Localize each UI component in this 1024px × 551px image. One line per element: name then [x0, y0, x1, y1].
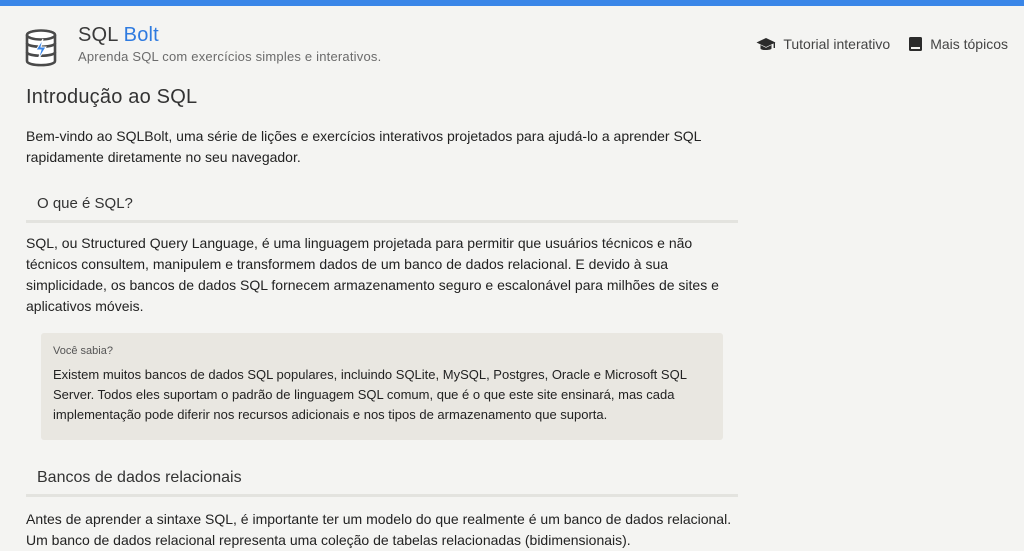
- callout-title: Você sabia?: [53, 345, 113, 357]
- section-heading-what-is-sql: O que é SQL?: [26, 190, 738, 223]
- header-nav: Tutorial interativo Mais tópicos: [756, 36, 1008, 52]
- database-bolt-icon[interactable]: [24, 28, 58, 68]
- site-tagline: Aprenda SQL com exercícios simples e int…: [78, 49, 382, 64]
- nav-more-topics[interactable]: Mais tópicos: [908, 36, 1008, 52]
- did-you-know-callout: Você sabia? Existem muitos bancos de dad…: [41, 333, 723, 440]
- intro-paragraph: Bem-vindo ao SQLBolt, uma série de liçõe…: [26, 128, 701, 165]
- nav-interactive-tutorial[interactable]: Tutorial interativo: [756, 36, 890, 52]
- lesson-content: Introdução ao SQL Bem-vindo ao SQLBolt, …: [26, 86, 740, 548]
- section-paragraph-what-is-sql: SQL, ou Structured Query Language, é uma…: [26, 235, 719, 314]
- nav-interactive-tutorial-label: Tutorial interativo: [783, 36, 891, 52]
- section-paragraph-relational-databases: Antes de aprender a sintaxe SQL, é impor…: [26, 511, 732, 548]
- page-title: Introdução ao SQL: [26, 86, 198, 108]
- brand-accent: Bolt: [123, 24, 159, 46]
- site-brand[interactable]: SQL Bolt: [78, 24, 159, 47]
- callout-text: Existem muitos bancos de dados SQL popul…: [53, 367, 687, 422]
- book-icon: [908, 36, 923, 52]
- graduation-cap-icon: [756, 36, 776, 52]
- site-header: SQL Bolt Aprenda SQL com exercícios simp…: [0, 6, 1024, 76]
- section-heading-relational-databases: Bancos de dados relacionais: [26, 464, 738, 497]
- brand-main: SQL: [78, 24, 118, 46]
- nav-more-topics-label: Mais tópicos: [930, 36, 1008, 52]
